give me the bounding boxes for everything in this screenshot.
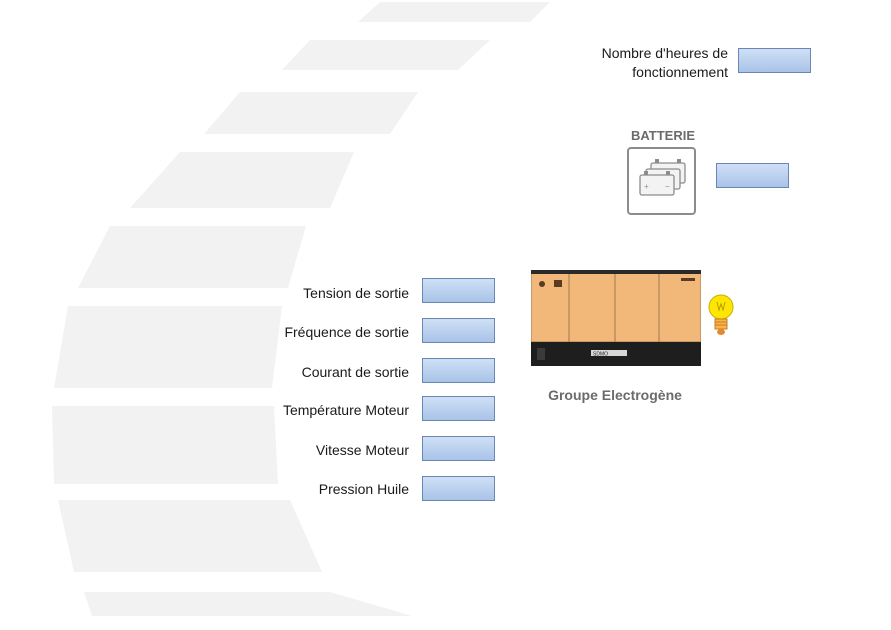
measure-label-engine-speed: Vitesse Moteur bbox=[315, 442, 409, 458]
measure-label-frequency: Fréquence de sortie bbox=[284, 324, 409, 340]
svg-text:+: + bbox=[644, 182, 649, 191]
measure-label-current: Courant de sortie bbox=[301, 364, 409, 380]
measure-value-current bbox=[422, 358, 495, 383]
measure-label-voltage: Tension de sortie bbox=[303, 285, 409, 301]
hours-label: Nombre d'heures de fonctionnement bbox=[601, 45, 728, 80]
generator-caption: Groupe Electrogène bbox=[548, 387, 682, 403]
measure-value-voltage bbox=[422, 278, 495, 303]
battery-title: BATTERIE bbox=[630, 128, 696, 143]
measure-value-engine-temp bbox=[422, 396, 495, 421]
battery-value-field bbox=[716, 163, 789, 188]
svg-text:−: − bbox=[665, 182, 670, 191]
hours-value-field bbox=[738, 48, 811, 73]
background-stripes bbox=[52, 2, 550, 616]
measure-label-oil-pressure: Pression Huile bbox=[318, 481, 409, 497]
battery-icon: + − bbox=[627, 147, 696, 215]
measure-value-frequency bbox=[422, 318, 495, 343]
measure-value-engine-speed bbox=[422, 436, 495, 461]
measure-value-oil-pressure bbox=[422, 476, 495, 501]
measure-label-engine-temp: Température Moteur bbox=[282, 402, 409, 418]
generator-icon: SDMO bbox=[531, 270, 701, 366]
lightbulb-icon bbox=[708, 294, 734, 335]
generator-brand: SDMO bbox=[593, 352, 608, 358]
